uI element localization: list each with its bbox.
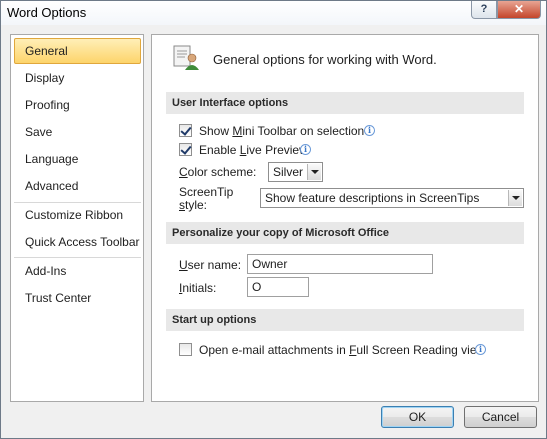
sidebar-item-display[interactable]: Display [14,65,141,91]
sidebar-item-language[interactable]: Language [14,146,141,172]
info-icon[interactable]: i [364,125,375,136]
initials-label: Initials: [179,281,217,295]
title-bar[interactable]: Word Options ? ✕ [1,1,546,25]
close-button[interactable]: ✕ [497,1,541,19]
general-options-icon [173,45,199,70]
live-preview-label: Enable Live Preview [199,143,308,157]
section-header-personalize: Personalize your copy of Microsoft Offic… [166,222,524,244]
sidebar-item-save[interactable]: Save [14,119,141,145]
username-label: User name: [179,258,242,272]
help-button[interactable]: ? [471,1,497,19]
screentip-style-label: ScreenTip style: [179,185,234,212]
sidebar-item-general[interactable]: General [14,38,141,64]
color-scheme-select[interactable]: Silver [268,162,323,182]
sidebar-item-customize-ribbon[interactable]: Customize Ribbon [14,202,141,228]
chevron-down-icon [508,190,522,206]
email-attachments-label: Open e-mail attachments in Full Screen R… [199,343,486,357]
email-attachments-checkbox[interactable] [179,343,192,356]
section-header-user-interface: User Interface options [166,92,524,114]
chevron-down-icon [307,164,321,180]
options-sidebar: General Display Proofing Save Language A… [10,34,144,402]
window-title: Word Options [7,5,87,20]
screentip-style-value: Show feature descriptions in ScreenTips [265,191,480,205]
live-preview-checkbox[interactable] [179,143,192,156]
sidebar-item-proofing[interactable]: Proofing [14,92,141,118]
color-scheme-value: Silver [273,165,304,179]
screentip-style-select[interactable]: Show feature descriptions in ScreenTips [260,188,524,208]
section-header-startup: Start up options [166,309,524,331]
sidebar-item-add-ins[interactable]: Add-Ins [14,258,141,284]
info-icon[interactable]: i [475,344,486,355]
mini-toolbar-label: Show Mini Toolbar on selection [199,124,365,138]
cancel-button[interactable]: Cancel [464,406,537,428]
initials-field[interactable]: O [247,277,309,297]
options-content-pane: General options for working with Word. U… [151,34,539,402]
page-title: General options for working with Word. [213,52,437,67]
ok-button[interactable]: OK [381,406,454,428]
sidebar-item-quick-access-toolbar[interactable]: Quick Access Toolbar [14,229,141,255]
mini-toolbar-checkbox[interactable] [179,124,192,137]
word-options-dialog: Word Options ? ✕ General Display Proofin… [0,0,547,439]
color-scheme-label: Color scheme: [179,165,257,179]
info-icon[interactable]: i [300,144,311,155]
username-field[interactable]: Owner [247,254,433,274]
sidebar-item-trust-center[interactable]: Trust Center [14,285,141,311]
sidebar-item-advanced[interactable]: Advanced [14,173,141,199]
